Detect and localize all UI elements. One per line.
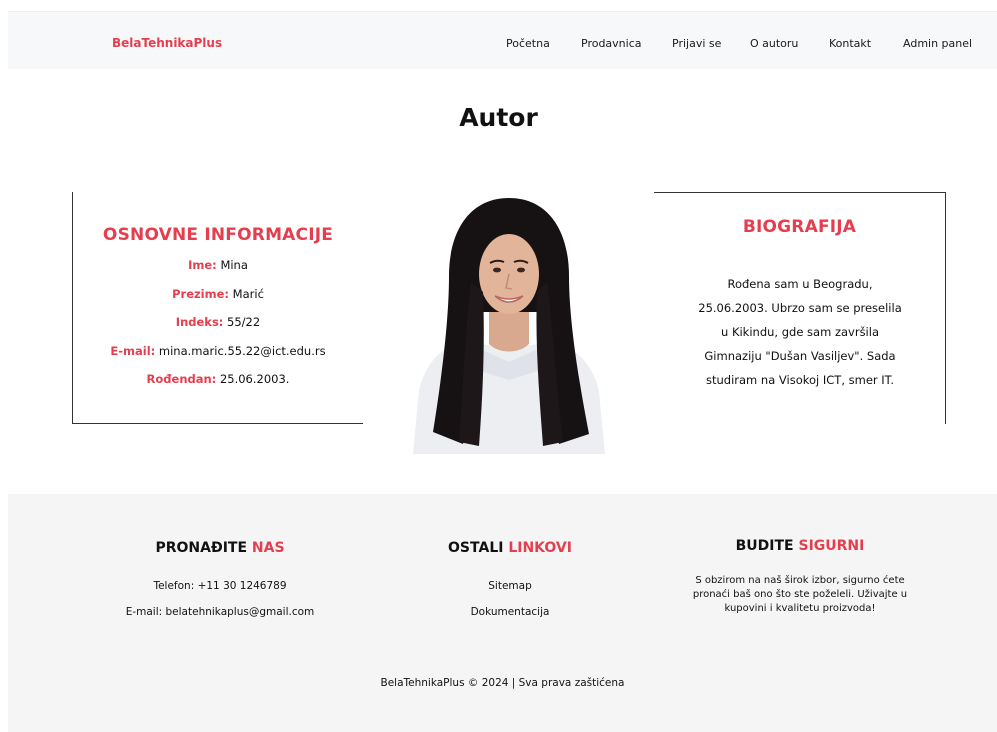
page-title: Autor [459,103,538,132]
author-photo-illustration [413,198,605,454]
footer-find-heading: PRONAĐITE NAS [108,540,332,556]
info-key: Prezime: [172,286,230,301]
footer-heading-main: BUDITE [735,538,794,554]
info-key: Rođendan: [146,372,217,386]
biography-text: Rođena sam u Beogradu, 25.06.2003. Ubrzo… [698,277,902,387]
nav-link-pocetna[interactable]: Početna [506,37,550,50]
info-row-indeks: Indeks: 55/22 [73,314,363,343]
footer-other-links: OSTALI LINKOVI Sitemap Dokumentacija [408,540,612,618]
footer-link-dokumentacija[interactable]: Dokumentacija [408,606,612,618]
biography-heading: BIOGRAFIJA [742,217,857,237]
nav-link-prijavi-se[interactable]: Prijavi se [672,37,721,50]
footer: PRONAĐITE NAS Telefon: +11 30 1246789 E-… [8,494,997,732]
footer-phone: Telefon: +11 30 1246789 [153,580,287,592]
nav-link-o-autoru[interactable]: O autoru [750,37,798,50]
info-value: mina.maric.55.22@ict.edu.rs [158,343,326,358]
footer-find-us: PRONAĐITE NAS Telefon: +11 30 1246789 E-… [108,540,332,618]
footer-link-sitemap[interactable]: Sitemap [408,580,612,592]
footer-stay-safe: BUDITE SIGURNI S obzirom na naš širok iz… [690,538,910,616]
info-key: E-mail: [110,343,156,358]
info-key: Indeks: [175,315,224,329]
nav-link-admin-panel[interactable]: Admin panel [903,37,972,50]
info-value: 25.06.2003. [219,372,290,386]
footer-heading-accent: LINKOVI [508,540,572,556]
basic-info-heading: OSNOVNE INFORMACIJE [102,225,334,245]
footer-heading-main: OSTALI [448,540,504,556]
info-row-ime: Ime: Mina [73,257,363,286]
footer-heading-accent: SIGURNI [798,538,865,554]
basic-info-card: OSNOVNE INFORMACIJE Ime: Mina Prezime: M… [72,192,363,424]
footer-heading-accent: NAS [251,540,285,556]
basic-info-list: Ime: Mina Prezime: Marić Indeks: 55/22 E… [73,257,363,400]
info-row-prezime: Prezime: Marić [73,286,363,315]
footer-copyright: BelaTehnikaPlus © 2024 | Sva prava zašti… [380,677,625,689]
info-value: Mina [220,258,248,272]
footer-safe-text: S obzirom na naš širok izbor, sigurno će… [692,575,908,614]
biography-card: BIOGRAFIJA Rođena sam u Beogradu, 25.06.… [654,192,946,424]
navbar: BelaTehnikaPlus Početna Prodavnica Prija… [8,11,997,69]
footer-safe-heading: BUDITE SIGURNI [690,538,910,554]
footer-email: E-mail: belatehnikaplus@gmail.com [125,606,315,618]
info-value: Marić [232,286,264,301]
author-photo [413,192,605,454]
info-row-rodjendan: Rođendan: 25.06.2003. [73,371,363,400]
info-row-email: E-mail: mina.maric.55.22@ict.edu.rs [73,343,363,372]
footer-heading-main: PRONAĐITE [155,540,248,556]
info-key: Ime: [188,258,217,272]
info-value: 55/22 [227,315,261,329]
brand-logo-link[interactable]: BelaTehnikaPlus [112,36,222,50]
nav-link-kontakt[interactable]: Kontakt [829,37,871,50]
footer-links-heading: OSTALI LINKOVI [408,540,612,556]
nav-link-prodavnica[interactable]: Prodavnica [581,37,642,50]
